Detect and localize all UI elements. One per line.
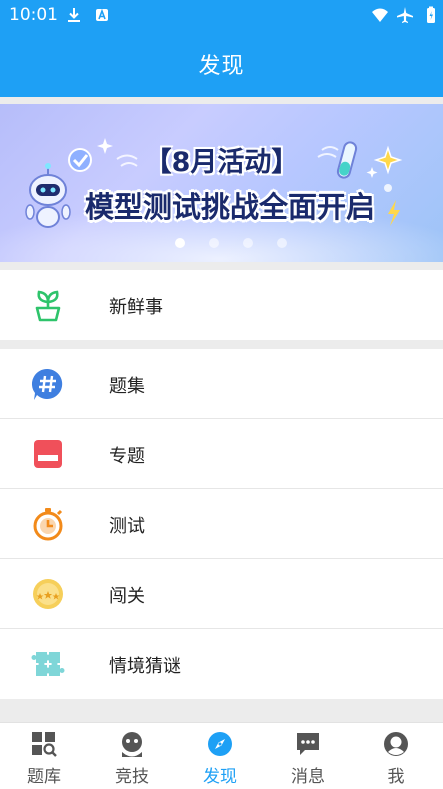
list-item-label: 题集 — [109, 376, 145, 397]
puzzle-icon — [31, 652, 65, 676]
banner-headline: 【8月活动】 — [144, 147, 299, 178]
hashtag-icon — [31, 368, 63, 400]
banner-dot[interactable] — [209, 238, 219, 248]
banner-subheadline: 模型测试挑战全面开启 — [84, 190, 375, 224]
compete-icon — [122, 732, 142, 757]
tab-label: 我 — [387, 767, 405, 787]
tab-label: 消息 — [291, 767, 325, 787]
top-bar: 10:01 发现 — [0, 0, 443, 97]
list-item-riddles[interactable]: 情境猜谜 — [0, 629, 443, 699]
list-item-label: 闯关 — [109, 586, 145, 607]
wifi-icon — [372, 8, 388, 22]
tab-messages[interactable]: 消息 — [264, 723, 352, 789]
list-item-label: 专题 — [109, 446, 145, 467]
banner-dot[interactable] — [277, 238, 287, 248]
list-item-topics[interactable]: 专题 — [0, 419, 443, 489]
tab-compete[interactable]: 竞技 — [88, 723, 176, 789]
list-item-label: 情境猜谜 — [109, 656, 181, 677]
tab-question-bank[interactable]: 题库 — [0, 723, 88, 789]
airplane-icon — [397, 7, 413, 23]
notification-a-icon — [96, 8, 108, 21]
battery-icon — [427, 6, 435, 23]
compass-icon — [208, 732, 232, 756]
profile-icon — [384, 732, 408, 756]
stars-badge-icon — [33, 579, 63, 609]
page-title: 发现 — [198, 54, 245, 79]
status-time: 10:01 — [9, 5, 58, 25]
banner-dot[interactable] — [243, 238, 253, 248]
topic-card-icon — [34, 440, 62, 468]
list-item-label: 新鲜事 — [109, 297, 163, 318]
tab-label: 题库 — [27, 767, 61, 787]
download-icon — [68, 8, 80, 22]
list-item-label: 测试 — [109, 516, 145, 537]
message-icon — [297, 733, 319, 755]
question-bank-icon — [32, 732, 57, 757]
status-bar: 10:01 — [0, 0, 443, 30]
app-screen: 10:01 发现 【8月活动】 模型测试挑战全面开启 新鲜事 题集 专题 测试 … — [0, 0, 443, 789]
tab-profile[interactable]: 我 — [352, 723, 440, 789]
list-item-challenge[interactable]: 闯关 — [0, 559, 443, 629]
tab-label: 竞技 — [115, 767, 149, 787]
banner-dot[interactable] — [175, 238, 185, 248]
stopwatch-icon — [33, 508, 63, 541]
banner-page-indicator — [170, 238, 300, 250]
list-item-question-sets[interactable]: 题集 — [0, 349, 443, 419]
tab-discover[interactable]: 发现 — [176, 723, 264, 789]
list-item-tests[interactable]: 测试 — [0, 489, 443, 559]
bottom-navigation: 题库 竞技 发现 消息 我 — [0, 722, 443, 789]
sprout-icon — [35, 290, 61, 322]
list-item-fresh[interactable]: 新鲜事 — [0, 270, 443, 340]
tab-label: 发现 — [203, 767, 237, 787]
